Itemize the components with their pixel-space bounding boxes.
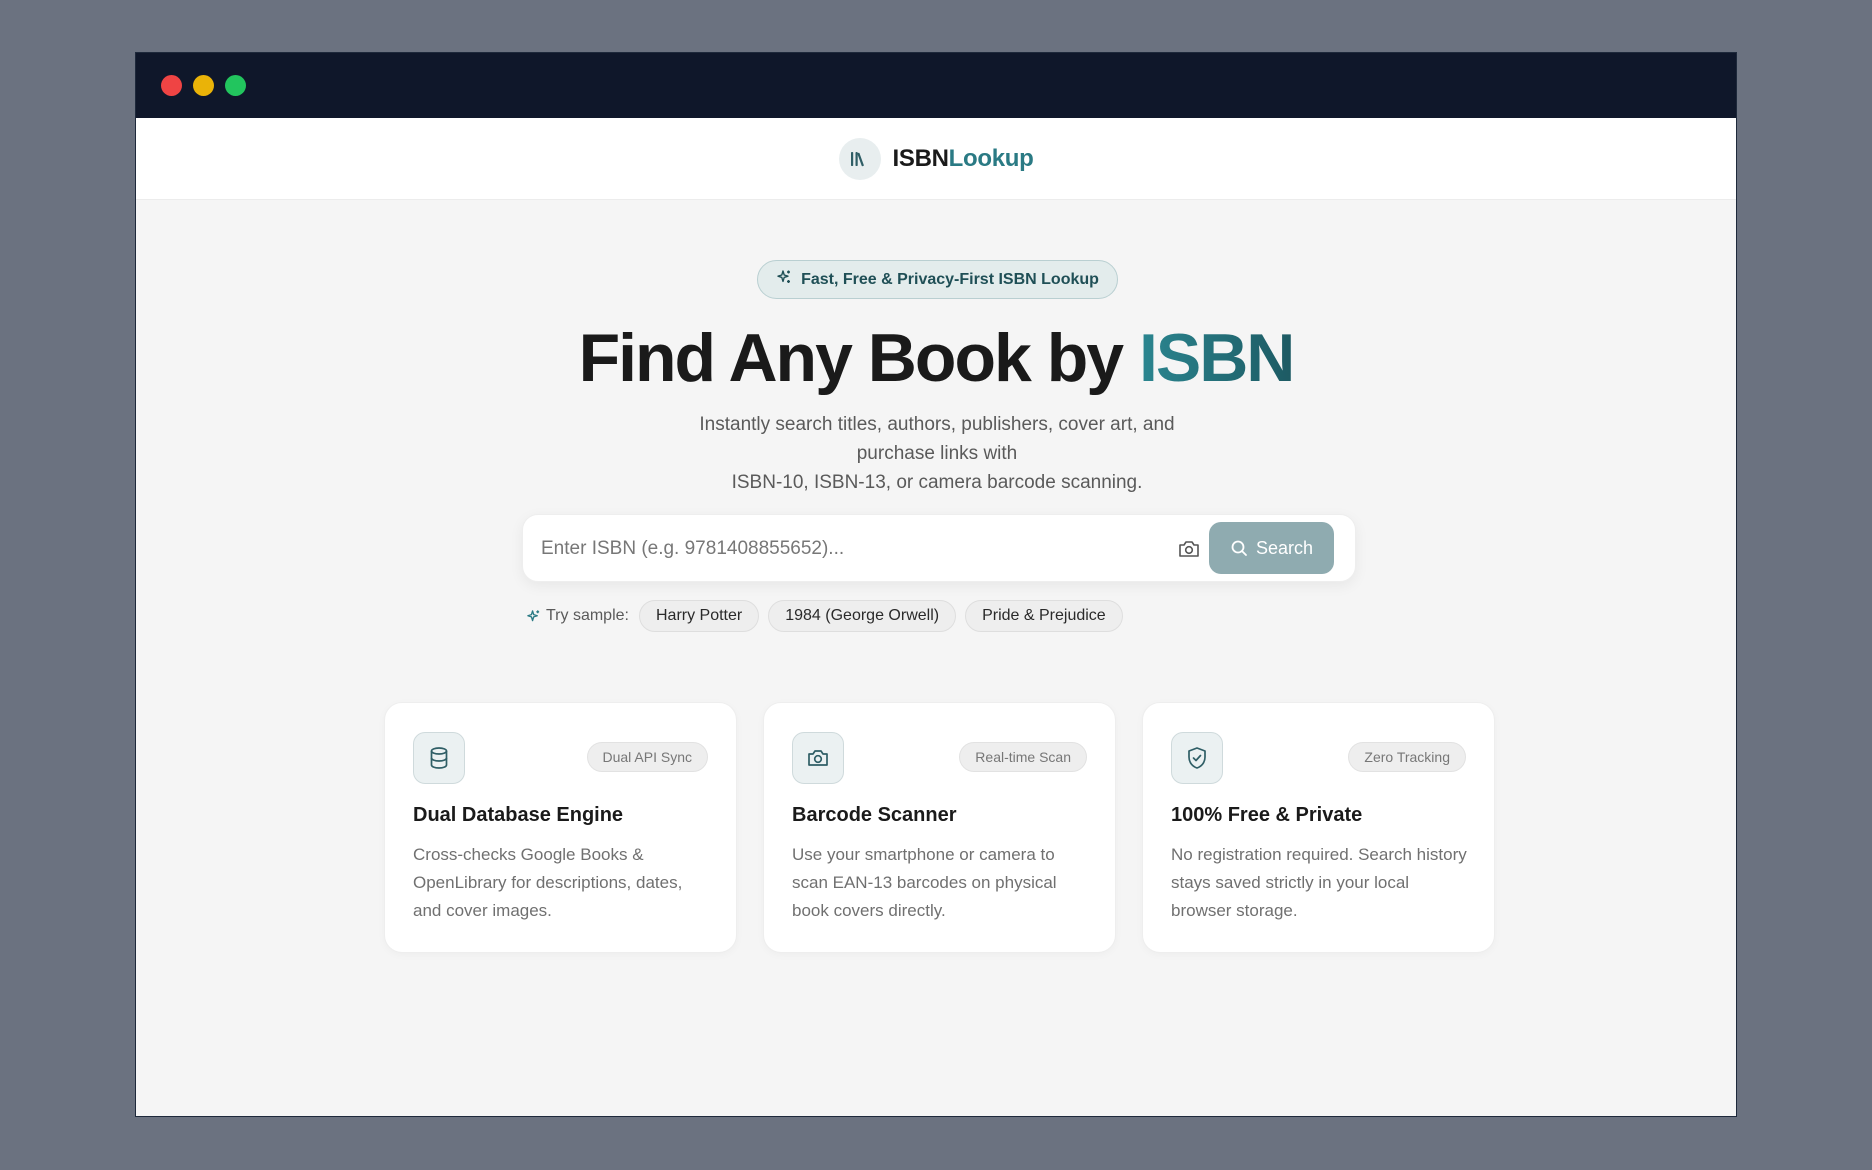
camera-icon (792, 732, 844, 784)
title-prefix: Find Any Book by (578, 320, 1139, 396)
sparkles-icon (527, 609, 540, 621)
library-books-icon[interactable] (838, 137, 881, 180)
feature-description: No registration required. Search history… (1171, 845, 1467, 920)
search-bar: Search (522, 514, 1356, 582)
sample-isbn-list: Try sample: Harry Potter 1984 (George Or… (526, 600, 1123, 632)
feature-tag: Dual API Sync (586, 742, 708, 772)
search-button[interactable]: Search (1209, 522, 1334, 574)
brand-name-part2: Lookup (948, 144, 1034, 172)
feature-title: 100% Free & Private (1171, 804, 1363, 826)
camera-scan-button[interactable] (1175, 535, 1203, 563)
main-content: Fast, Free & Privacy-First ISBN Lookup F… (136, 200, 1736, 1116)
sample-chip-1984[interactable]: 1984 (George Orwell) (768, 600, 957, 632)
subtitle-line-2: ISBN-10, ISBN-13, or camera barcode scan… (731, 472, 1143, 493)
search-button-label: Search (1255, 537, 1314, 558)
title-accent: ISBN (1138, 320, 1295, 396)
samples-label-text: Try sample: (546, 607, 629, 624)
badge-text: Fast, Free & Privacy-First ISBN Lookup (801, 270, 1099, 288)
page-title: Find Any Book by ISBN (136, 318, 1736, 398)
database-icon (413, 732, 465, 784)
feature-title: Dual Database Engine (413, 804, 624, 826)
feature-title: Barcode Scanner (792, 804, 957, 826)
hero-subtitle: Instantly search titles, authors, publis… (696, 410, 1178, 497)
search-icon (1231, 540, 1247, 556)
samples-label: Try sample: (526, 607, 629, 625)
subtitle-line-1: Instantly search titles, authors, publis… (699, 414, 1175, 464)
camera-icon (1179, 541, 1199, 557)
feature-card-dual-database: Dual API Sync Dual Database Engine Cross… (384, 702, 737, 953)
feature-tag: Zero Tracking (1348, 742, 1466, 772)
feature-description: Cross-checks Google Books & OpenLibrary … (413, 845, 683, 920)
sample-chip-pride-prejudice[interactable]: Pride & Prejudice (965, 600, 1123, 632)
maximize-window-button[interactable] (225, 75, 246, 96)
hero-badge: Fast, Free & Privacy-First ISBN Lookup (757, 260, 1118, 299)
isbn-search-input[interactable] (541, 529, 1161, 569)
brand-logo-text[interactable]: ISBNLookup (893, 145, 1034, 173)
brand-name-part1: ISBN (892, 144, 949, 172)
shield-check-icon (1171, 732, 1223, 784)
feature-card-barcode-scanner: Real-time Scan Barcode Scanner Use your … (763, 702, 1116, 953)
window-titlebar (136, 53, 1736, 118)
sample-chip-harry-potter[interactable]: Harry Potter (638, 600, 760, 632)
minimize-window-button[interactable] (193, 75, 214, 96)
sparkles-icon (776, 269, 792, 290)
feature-description: Use your smartphone or camera to scan EA… (792, 845, 1057, 920)
top-navbar: ISBNLookup (136, 118, 1736, 200)
browser-window: ISBNLookup Fast, Free & Privacy-First IS… (135, 52, 1737, 1117)
close-window-button[interactable] (161, 75, 182, 96)
feature-card-free-private: Zero Tracking 100% Free & Private No reg… (1142, 702, 1495, 953)
feature-tag: Real-time Scan (959, 742, 1087, 772)
